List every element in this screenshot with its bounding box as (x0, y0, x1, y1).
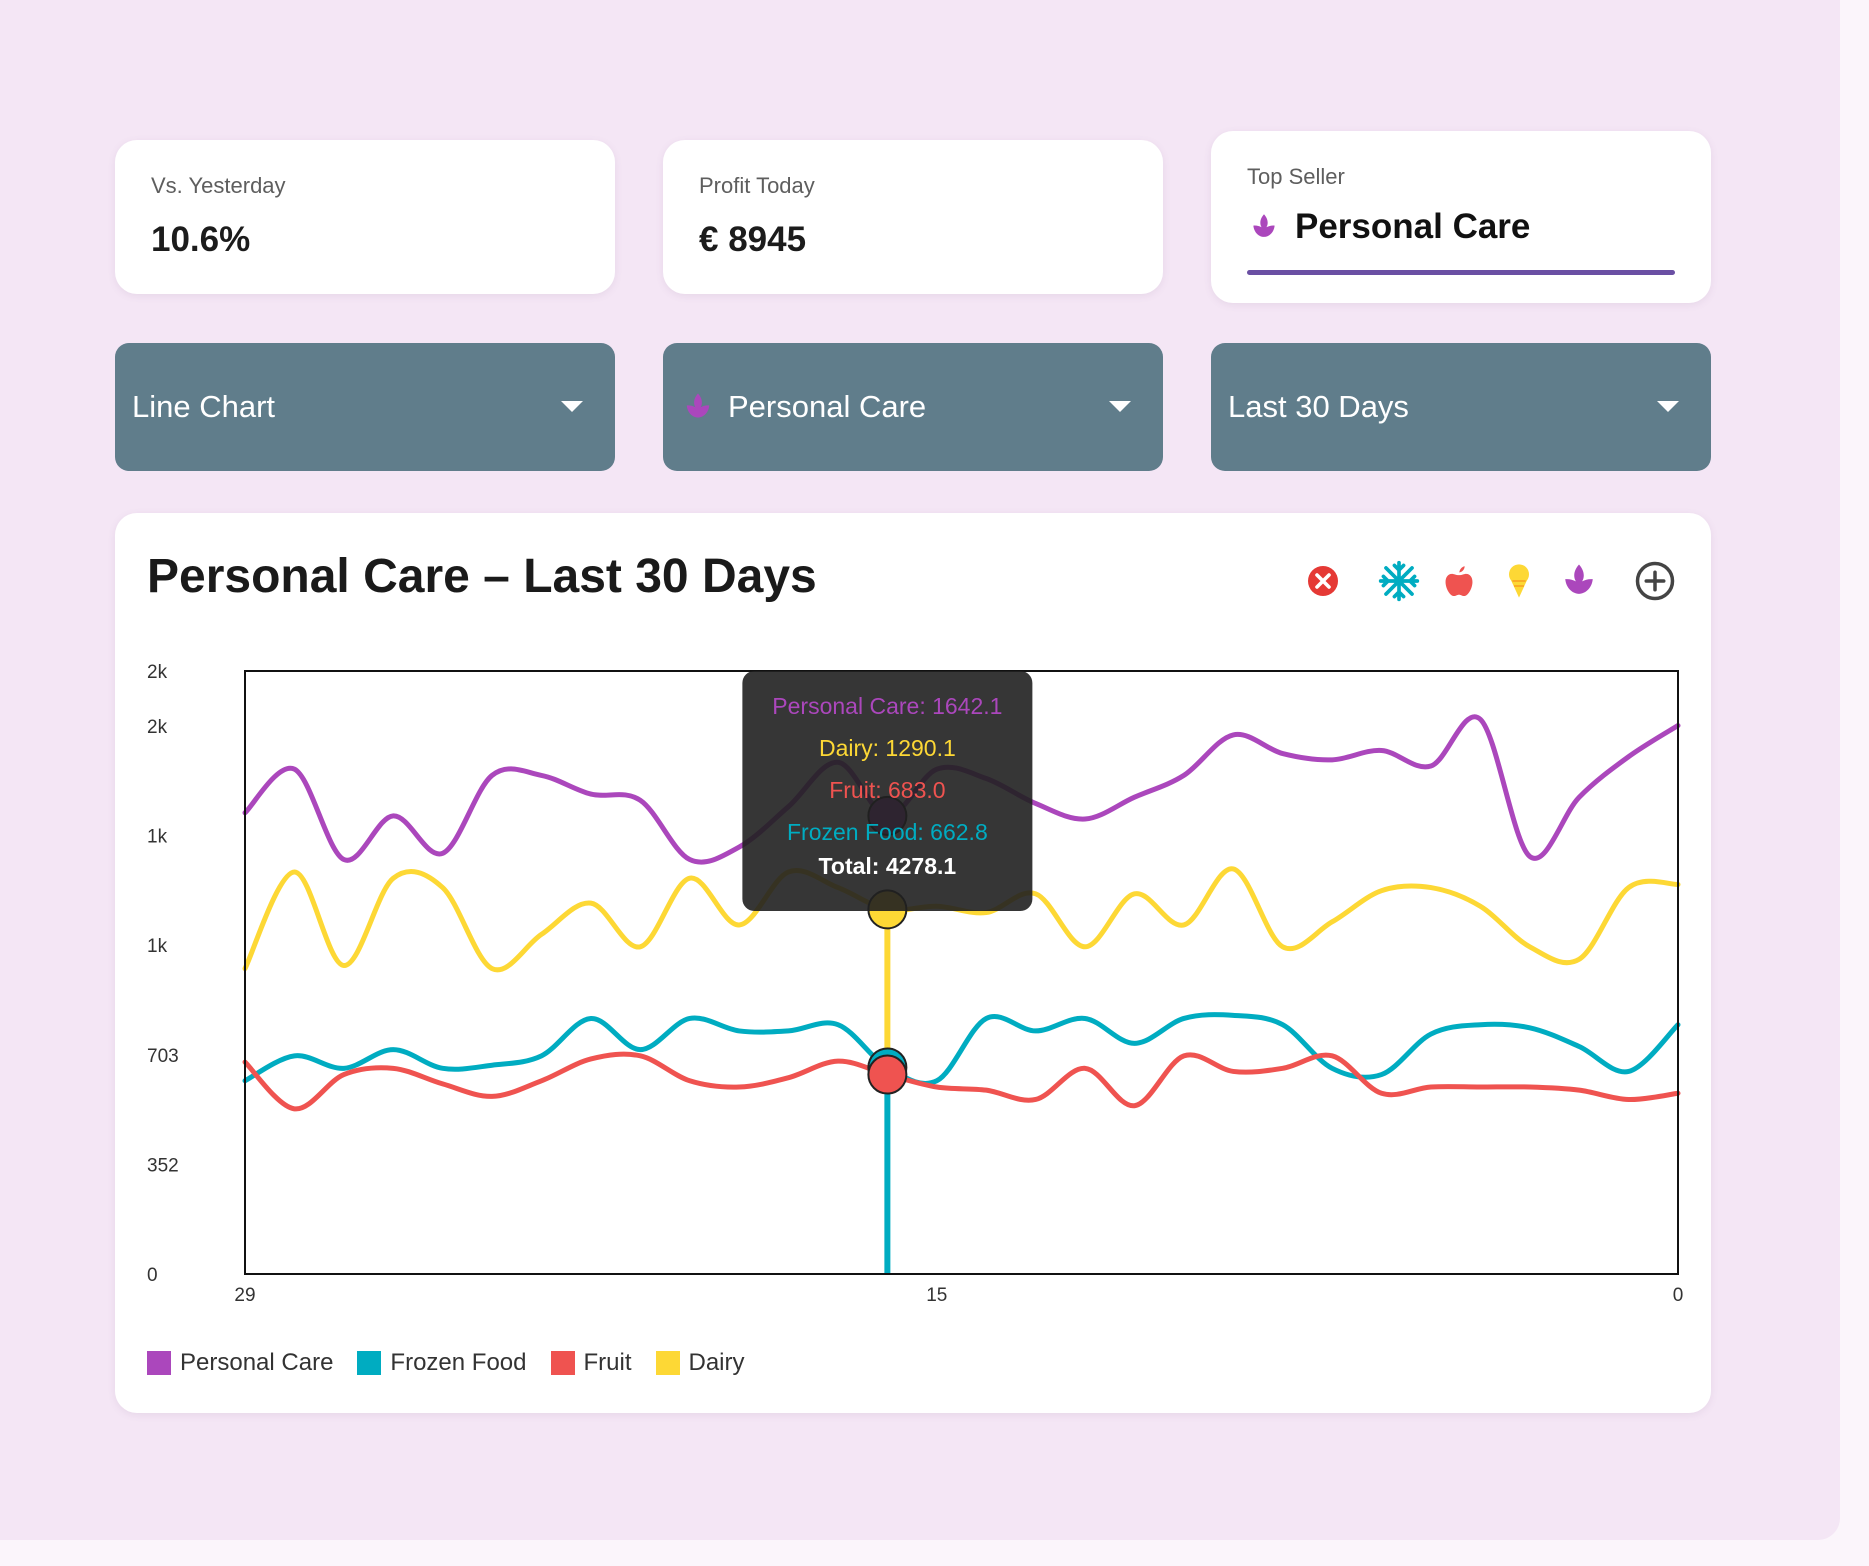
date-range-select[interactable]: Last 30 Days (1211, 343, 1711, 471)
tooltip-line: Frozen Food: 662.8 (787, 819, 988, 845)
legend-label: Dairy (688, 1349, 745, 1376)
stat-label: Vs. Yesterday (151, 173, 286, 198)
y-tick-label: 2k (147, 717, 168, 738)
top-seller-row: Personal Care (1247, 207, 1530, 247)
chart-type-value: Line Chart (132, 389, 276, 424)
y-tick-label: 1k (147, 827, 168, 848)
tooltip-line: Total: 4278.1 (819, 853, 957, 879)
x-tick-label: 15 (926, 1285, 947, 1306)
top-seller-name: Personal Care (1295, 207, 1531, 246)
legend-item-frozen-food[interactable]: Frozen Food (357, 1349, 527, 1377)
legend-item-dairy[interactable]: Dairy (655, 1349, 745, 1377)
x-tick-label: 0 (1673, 1285, 1684, 1306)
chart-card: Personal Care – Last 30 Days 0 352 703 1k 1k… (115, 513, 1711, 1413)
series-line-frozen-food (242, 1012, 1681, 1086)
line-chart[interactable]: 0 352 703 1k 1k 2k 2k 29 15 0 Personal Care: 1642.… (115, 513, 1711, 1343)
legend-item-fruit[interactable]: Fruit (550, 1349, 632, 1377)
lotus-icon (1247, 210, 1281, 244)
y-tick-label: 703 (147, 1046, 179, 1067)
hover-point-fruit (867, 1054, 908, 1095)
page-background: Vs. Yesterday 10.6% Profit Today € 8945 … (0, 0, 1840, 1540)
lotus-icon (680, 389, 716, 425)
top-seller-underline (1247, 270, 1675, 275)
category-select[interactable]: Personal Care (663, 343, 1163, 471)
chevron-down-icon (1109, 401, 1131, 412)
chevron-down-icon (561, 401, 583, 412)
y-tick-label: 0 (147, 1265, 158, 1286)
legend-label: Fruit (583, 1349, 632, 1376)
stat-card-top-seller: Top Seller Personal Care (1211, 131, 1711, 303)
legend-swatch (550, 1351, 575, 1375)
y-tick-label: 2k (147, 662, 168, 683)
stat-label: Profit Today (699, 173, 815, 198)
tooltip-line: Personal Care: 1642.1 (772, 693, 1002, 719)
legend-label: Frozen Food (390, 1349, 527, 1376)
stat-card-profit-today: Profit Today € 8945 (663, 140, 1163, 294)
stat-label: Top Seller (1247, 164, 1345, 189)
y-tick-label: 352 (147, 1155, 179, 1176)
stat-value: € 8945 (699, 220, 807, 259)
legend-item-personal-care[interactable]: Personal Care (147, 1349, 333, 1377)
series-line-fruit (242, 1051, 1681, 1112)
x-tick-label: 29 (234, 1285, 255, 1306)
category-value: Personal Care (728, 389, 927, 424)
legend-label: Personal Care (180, 1349, 334, 1376)
tooltip-line: Fruit: 683.0 (829, 777, 945, 803)
legend-swatch (357, 1351, 382, 1375)
legend-swatch (655, 1351, 680, 1375)
date-range-value: Last 30 Days (1228, 389, 1409, 424)
stat-card-vs-yesterday: Vs. Yesterday 10.6% (115, 140, 615, 294)
chart-type-select[interactable]: Line Chart (115, 343, 615, 471)
tooltip-line: Dairy: 1290.1 (819, 735, 956, 761)
legend-swatch (147, 1351, 171, 1375)
chevron-down-icon (1657, 401, 1679, 412)
chart-legend: Personal Care Frozen Food Fruit Dairy (147, 1349, 769, 1377)
y-tick-label: 1k (147, 936, 168, 957)
stat-value: 10.6% (151, 220, 251, 259)
